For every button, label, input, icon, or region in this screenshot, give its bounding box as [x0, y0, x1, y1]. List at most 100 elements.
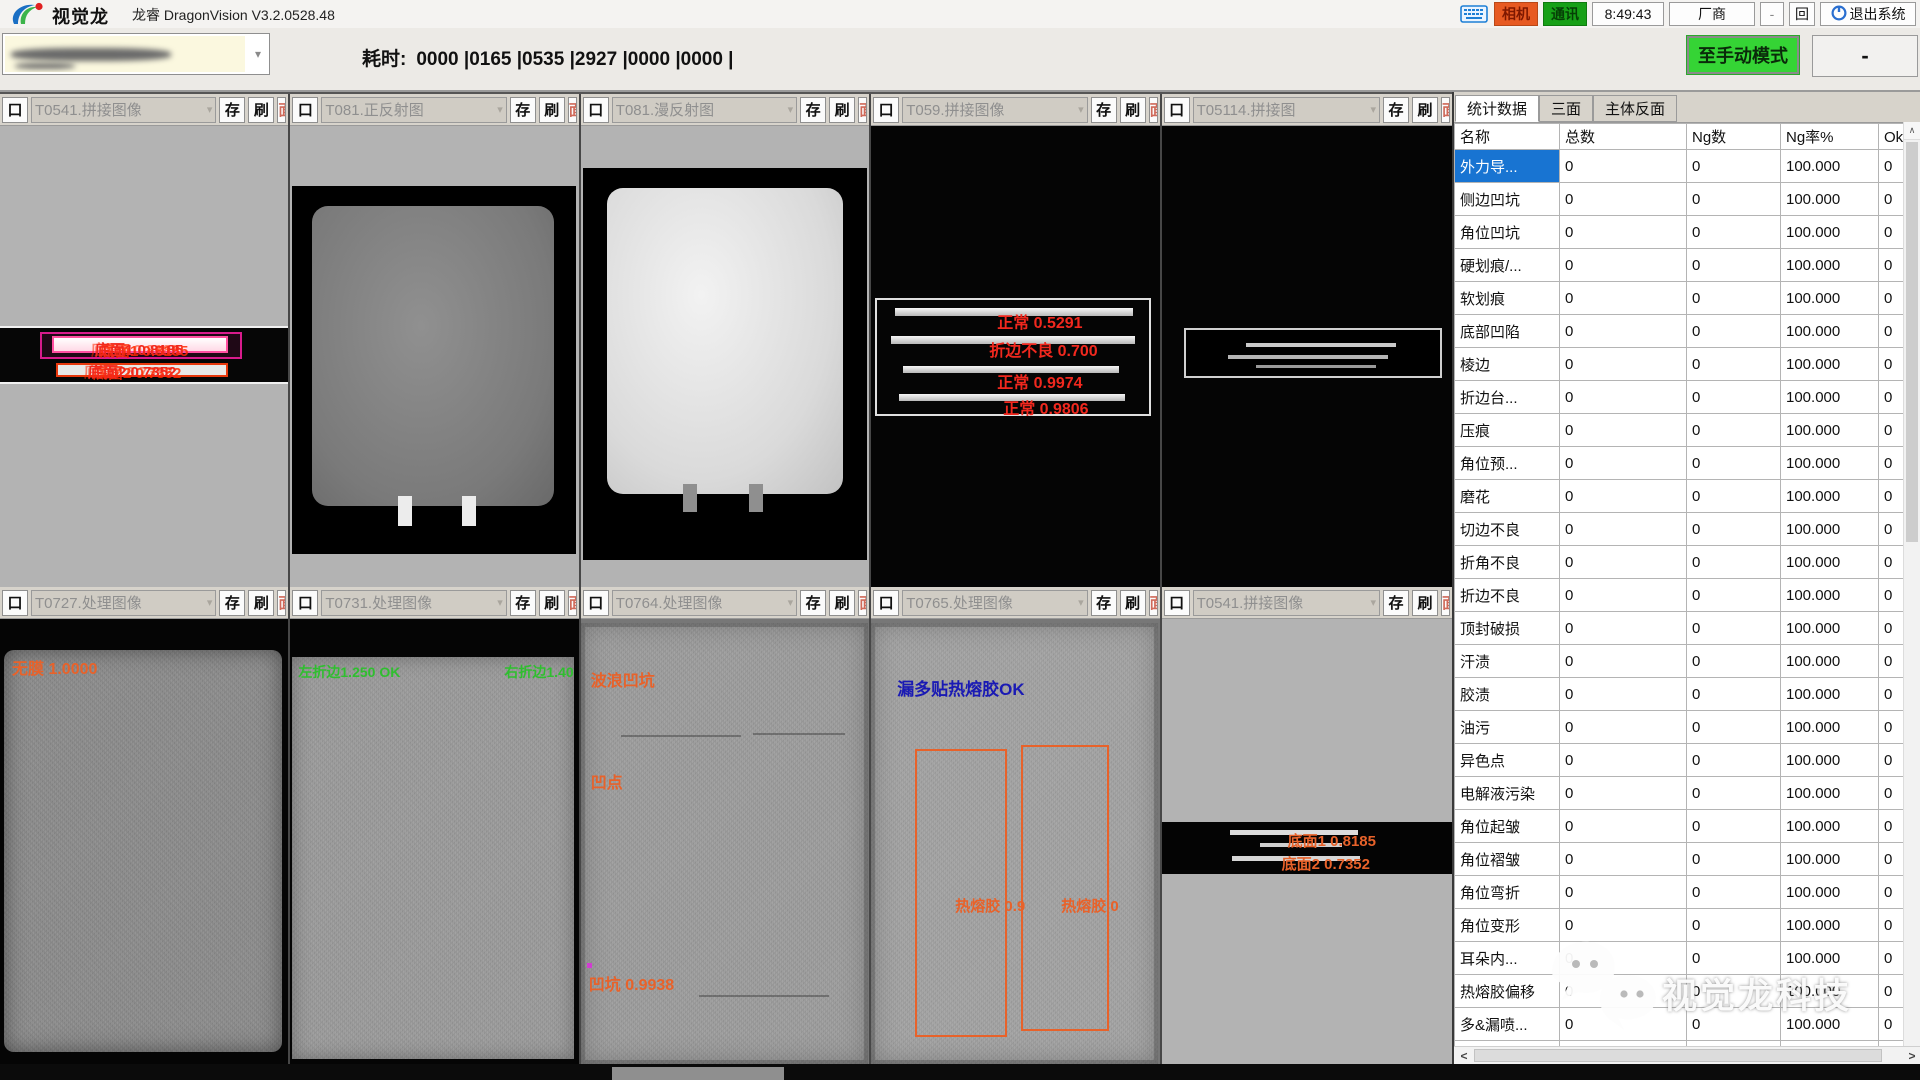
cell-ok[interactable]: 0 — [1879, 909, 1904, 942]
image-source-select[interactable]: T059.拼接图像 ▾ — [902, 97, 1087, 123]
table-row[interactable]: 压痕00100.0000 — [1455, 414, 1904, 447]
table-row[interactable]: 热熔胶偏移00100.0000 — [1455, 975, 1904, 1008]
table-row[interactable]: 角位弯折00100.0000 — [1455, 876, 1904, 909]
cell-ok[interactable]: 0 — [1879, 843, 1904, 876]
cell-ng-rate[interactable]: 100.000 — [1781, 447, 1879, 480]
cell-total[interactable]: 0 — [1560, 513, 1687, 546]
cell-name[interactable]: 胶渍 — [1455, 678, 1560, 711]
cell-ok[interactable]: 0 — [1879, 249, 1904, 282]
cell-name[interactable]: 电解液污染 — [1455, 777, 1560, 810]
cell-name[interactable]: 角位褶皱 — [1455, 843, 1560, 876]
cell-total[interactable]: 0 — [1560, 282, 1687, 315]
cell-total[interactable]: 0 — [1560, 315, 1687, 348]
cell-ok[interactable]: 0 — [1879, 678, 1904, 711]
maximize-button[interactable]: 口 — [873, 590, 899, 616]
cell-ok[interactable]: 0 — [1879, 414, 1904, 447]
tab-statistics[interactable]: 统计数据 — [1455, 95, 1539, 122]
partial-button[interactable]: 面 — [858, 590, 867, 616]
cell-name[interactable]: 磨花 — [1455, 480, 1560, 513]
cell-ng-rate[interactable]: 100.000 — [1781, 183, 1879, 216]
cell-name[interactable]: 软划痕 — [1455, 282, 1560, 315]
image-source-select[interactable]: T0765.处理图像 ▾ — [902, 590, 1087, 616]
partial-button[interactable]: 面 — [1441, 590, 1450, 616]
cell-name[interactable]: 角位起皱 — [1455, 810, 1560, 843]
cell-ng-rate[interactable]: 100.000 — [1781, 381, 1879, 414]
save-button[interactable]: 存 — [1091, 590, 1117, 616]
cell-ng-rate[interactable]: 100.000 — [1781, 546, 1879, 579]
tab-body-back[interactable]: 主体反面 — [1593, 95, 1677, 122]
cell-ng[interactable]: 0 — [1687, 843, 1781, 876]
partial-button[interactable]: 面 — [568, 590, 577, 616]
cell-name[interactable]: 多&漏喷... — [1455, 1008, 1560, 1041]
cell-ok[interactable]: 0 — [1879, 645, 1904, 678]
cell-ng-rate[interactable]: 100.000 — [1781, 1008, 1879, 1041]
comm-button[interactable]: 通讯 — [1543, 2, 1587, 26]
save-button[interactable]: 存 — [1383, 97, 1409, 123]
refresh-button[interactable]: 刷 — [248, 590, 274, 616]
cell-name[interactable]: 角位变形 — [1455, 909, 1560, 942]
cell-ng[interactable]: 0 — [1687, 546, 1781, 579]
table-row[interactable]: 角位预...00100.0000 — [1455, 447, 1904, 480]
horizontal-scrollbar[interactable]: < > — [1454, 1046, 1920, 1064]
refresh-button[interactable]: 刷 — [1412, 97, 1438, 123]
cell-name[interactable]: 角位预... — [1455, 447, 1560, 480]
cell-ng[interactable]: 0 — [1687, 315, 1781, 348]
cell-total[interactable]: 0 — [1560, 645, 1687, 678]
save-button[interactable]: 存 — [1383, 590, 1409, 616]
scrollbar-thumb[interactable] — [1474, 1049, 1882, 1062]
cell-total[interactable]: 0 — [1560, 744, 1687, 777]
scroll-right-icon[interactable]: > — [1904, 1048, 1920, 1063]
cell-ng[interactable]: 0 — [1687, 612, 1781, 645]
refresh-button[interactable]: 刷 — [1412, 590, 1438, 616]
vendor-button[interactable]: 厂商 — [1669, 2, 1755, 26]
manual-mode-button[interactable]: 至手动模式 — [1687, 36, 1799, 74]
table-row[interactable]: 油污00100.0000 — [1455, 711, 1904, 744]
cell-ng[interactable]: 0 — [1687, 579, 1781, 612]
cell-ok[interactable]: 0 — [1879, 216, 1904, 249]
cell-name[interactable]: 压痕 — [1455, 414, 1560, 447]
table-row[interactable]: 角位凹坑00100.0000 — [1455, 216, 1904, 249]
cell-total[interactable]: 0 — [1560, 1008, 1687, 1041]
cell-name[interactable]: 异色点 — [1455, 744, 1560, 777]
cell-total[interactable]: 0 — [1560, 612, 1687, 645]
cell-name[interactable]: 折角不良 — [1455, 546, 1560, 579]
cell-ng-rate[interactable]: 100.000 — [1781, 249, 1879, 282]
table-row[interactable]: 外力导...00100.0000 — [1455, 150, 1904, 183]
refresh-button[interactable]: 刷 — [539, 97, 565, 123]
cell-total[interactable]: 0 — [1560, 579, 1687, 612]
table-row[interactable]: 角位褶皱00100.0000 — [1455, 843, 1904, 876]
save-button[interactable]: 存 — [510, 590, 536, 616]
maximize-button[interactable]: 口 — [583, 97, 609, 123]
table-row[interactable]: 折角不良00100.0000 — [1455, 546, 1904, 579]
save-button[interactable]: 存 — [510, 97, 536, 123]
table-row[interactable]: 角位起皱00100.0000 — [1455, 810, 1904, 843]
cell-ng[interactable]: 0 — [1687, 942, 1781, 975]
scroll-up-icon[interactable]: ∧ — [1904, 122, 1920, 140]
cell-total[interactable]: 0 — [1560, 876, 1687, 909]
image-source-select[interactable]: T05114.拼接图 ▾ — [1193, 97, 1380, 123]
cell-ng-rate[interactable]: 100.000 — [1781, 777, 1879, 810]
image-source-select[interactable]: T0541.拼接图像 ▾ — [1193, 590, 1380, 616]
back-button[interactable]: 回 — [1789, 2, 1815, 26]
table-row[interactable]: 胶渍00100.0000 — [1455, 678, 1904, 711]
cell-ng[interactable]: 0 — [1687, 216, 1781, 249]
cell-ok[interactable]: 0 — [1879, 744, 1904, 777]
partial-button[interactable]: 面 — [1441, 97, 1450, 123]
maximize-button[interactable]: 口 — [292, 97, 318, 123]
cell-name[interactable]: 角位凹坑 — [1455, 216, 1560, 249]
cell-ng[interactable]: 0 — [1687, 711, 1781, 744]
save-button[interactable]: 存 — [219, 97, 245, 123]
partial-button[interactable]: 面 — [277, 590, 286, 616]
cell-total[interactable]: 0 — [1560, 381, 1687, 414]
cell-ng-rate[interactable]: 100.000 — [1781, 843, 1879, 876]
cell-ng-rate[interactable]: 100.000 — [1781, 975, 1879, 1008]
cell-ng[interactable]: 0 — [1687, 1008, 1781, 1041]
cell-total[interactable]: 0 — [1560, 150, 1687, 183]
cell-ok[interactable]: 0 — [1879, 579, 1904, 612]
cell-total[interactable]: 0 — [1560, 942, 1687, 975]
table-row[interactable]: 角位变形00100.0000 — [1455, 909, 1904, 942]
cell-ng[interactable]: 0 — [1687, 777, 1781, 810]
cell-total[interactable]: 0 — [1560, 183, 1687, 216]
cell-ng[interactable]: 0 — [1687, 810, 1781, 843]
recipe-select[interactable]: ▾ — [2, 33, 270, 75]
